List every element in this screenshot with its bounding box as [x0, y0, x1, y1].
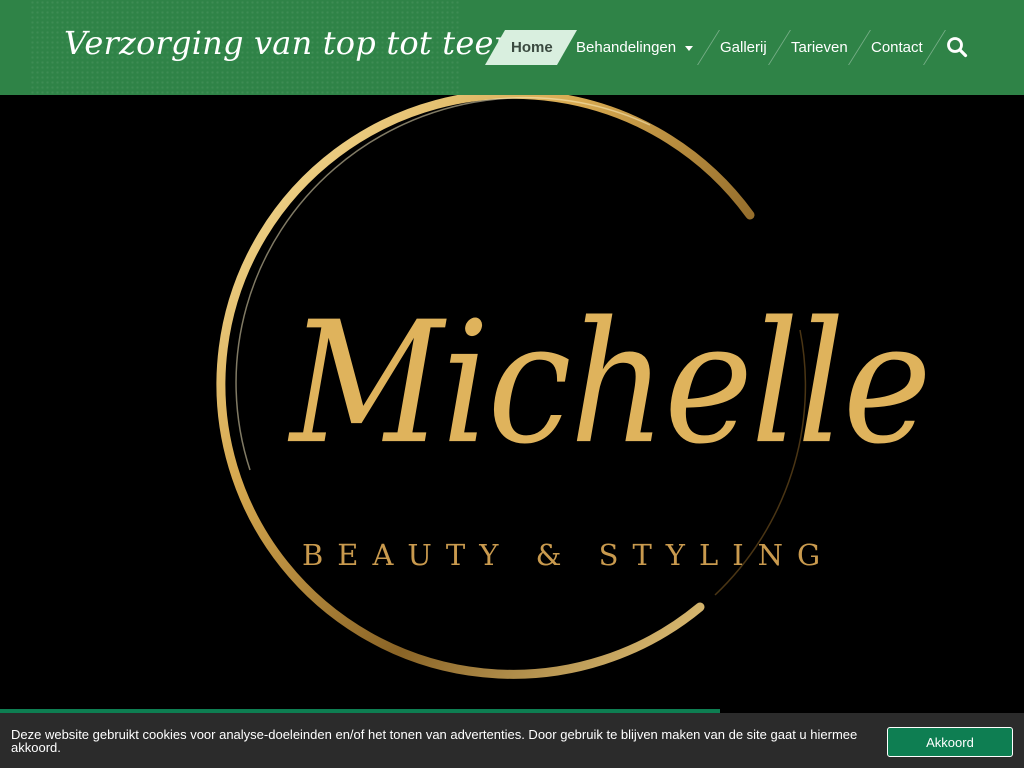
nav-separator: [697, 30, 720, 65]
main-nav: Home Behandelingen Gallerij Tarieven Con…: [0, 0, 1024, 95]
nav-item-gallerij[interactable]: Gallerij: [720, 30, 767, 65]
nav-item-behandelingen[interactable]: Behandelingen: [576, 30, 694, 65]
cookie-message: Deze website gebruikt cookies voor analy…: [11, 727, 858, 755]
nav-item-contact[interactable]: Contact: [871, 30, 923, 65]
site-header: Verzorging van top tot teen Home Behande…: [0, 0, 1024, 95]
cookie-consent-bar: Deze website gebruikt cookies voor analy…: [0, 713, 1024, 768]
nav-separator: [923, 30, 946, 65]
nav-separator: [768, 30, 791, 65]
search-button[interactable]: [946, 36, 968, 58]
nav-item-behandelingen-label: Behandelingen: [576, 39, 677, 56]
nav-separator: [848, 30, 871, 65]
nav-item-tarieven[interactable]: Tarieven: [791, 30, 848, 65]
nav-item-home[interactable]: Home: [511, 30, 553, 65]
hero-banner: Michelle BEAUTY & STYLING: [0, 95, 1024, 708]
logo-script-name: Michelle: [290, 286, 932, 482]
accept-cookies-button[interactable]: Akkoord: [887, 727, 1013, 757]
search-icon: [947, 37, 968, 58]
logo-subtitle: BEAUTY & STYLING: [302, 538, 835, 572]
chevron-down-icon: [685, 45, 694, 51]
